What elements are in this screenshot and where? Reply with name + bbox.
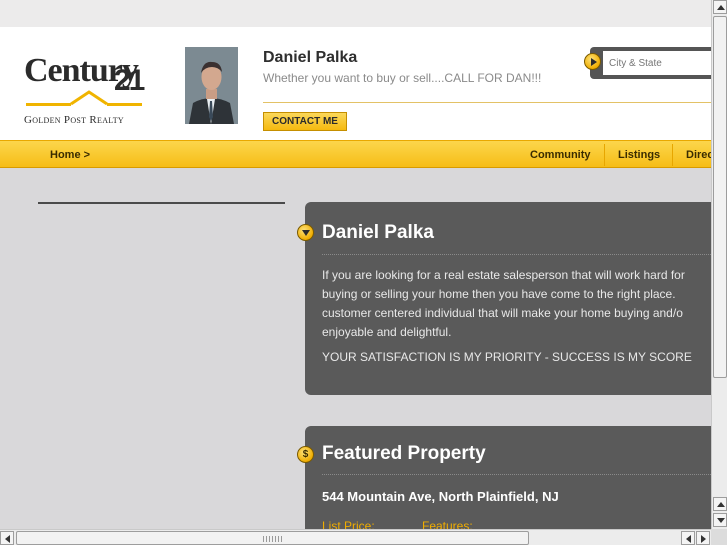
century21-logo[interactable]: Century 21 Golden Post Realty <box>22 50 152 130</box>
nav-separator <box>604 144 605 166</box>
list-price-label: List Price: <box>322 519 375 529</box>
nav-separator <box>672 144 673 166</box>
nav-home-link[interactable]: Home > <box>50 149 90 161</box>
agent-tagline: Whether you want to buy or sell....CALL … <box>263 71 542 85</box>
logo-subtitle: Golden Post Realty <box>24 114 124 126</box>
grip-icon <box>263 536 283 542</box>
horizontal-scroll-thumb[interactable] <box>16 531 529 545</box>
agent-name: Daniel Palka <box>263 49 358 66</box>
house-roof-icon <box>26 90 142 106</box>
scroll-up-button-lower[interactable] <box>713 497 727 511</box>
left-arrow-icon <box>686 535 691 543</box>
vertical-scroll-thumb[interactable] <box>713 16 727 378</box>
nav-item-community[interactable]: Community <box>530 149 591 161</box>
sidebar-divider <box>38 202 285 204</box>
featured-title: Featured Property <box>322 443 486 464</box>
about-line: buying or selling your home then you hav… <box>322 287 676 301</box>
panel-dotted-divider <box>322 474 711 475</box>
property-address-link[interactable]: 544 Mountain Ave, North Plainfield, NJ <box>322 489 559 504</box>
down-arrow-icon <box>717 518 725 523</box>
horizontal-scrollbar[interactable] <box>0 529 711 545</box>
about-body: If you are looking for a real estate sal… <box>322 266 711 342</box>
about-panel: Daniel Palka If you are looking for a re… <box>297 202 711 395</box>
page-viewport: Century 21 Golden Post Realty Daniel Pal… <box>0 0 711 529</box>
featured-property-panel: $ Featured Property 544 Mountain Ave, No… <box>297 426 711 529</box>
scroll-up-button[interactable] <box>713 0 727 14</box>
header-divider <box>263 102 711 103</box>
scroll-left-button-lower[interactable] <box>681 531 695 545</box>
up-arrow-icon <box>717 5 725 10</box>
city-state-search-input[interactable] <box>603 51 711 75</box>
about-line: customer centered individual that will m… <box>322 306 683 320</box>
contact-me-button[interactable]: CONTACT ME <box>263 112 347 131</box>
down-arrow-bullet-icon <box>297 224 314 241</box>
main-nav: Home > Community Listings Direc <box>0 140 711 168</box>
scrollbar-corner <box>711 529 727 545</box>
about-motto: YOUR SATISFACTION IS MY PRIORITY - SUCCE… <box>322 350 692 364</box>
about-line: If you are looking for a real estate sal… <box>322 268 685 282</box>
about-title: Daniel Palka <box>322 222 434 243</box>
nav-item-directions[interactable]: Direc <box>686 149 711 161</box>
nav-item-listings[interactable]: Listings <box>618 149 660 161</box>
dollar-icon: $ <box>297 446 314 463</box>
left-arrow-icon <box>5 535 10 543</box>
agent-portrait-image <box>185 47 238 124</box>
up-arrow-icon <box>717 502 725 507</box>
panel-dotted-divider <box>322 254 711 255</box>
features-label: Features: <box>422 519 473 529</box>
search-go-icon[interactable] <box>584 53 601 70</box>
scroll-right-button[interactable] <box>696 531 710 545</box>
vertical-scrollbar[interactable] <box>711 0 727 529</box>
right-arrow-icon <box>701 535 706 543</box>
scroll-down-button[interactable] <box>713 513 727 527</box>
about-line: enjoyable and delightful. <box>322 325 452 339</box>
agent-photo <box>185 47 238 124</box>
top-strip <box>0 0 711 27</box>
scroll-left-button[interactable] <box>0 531 14 545</box>
